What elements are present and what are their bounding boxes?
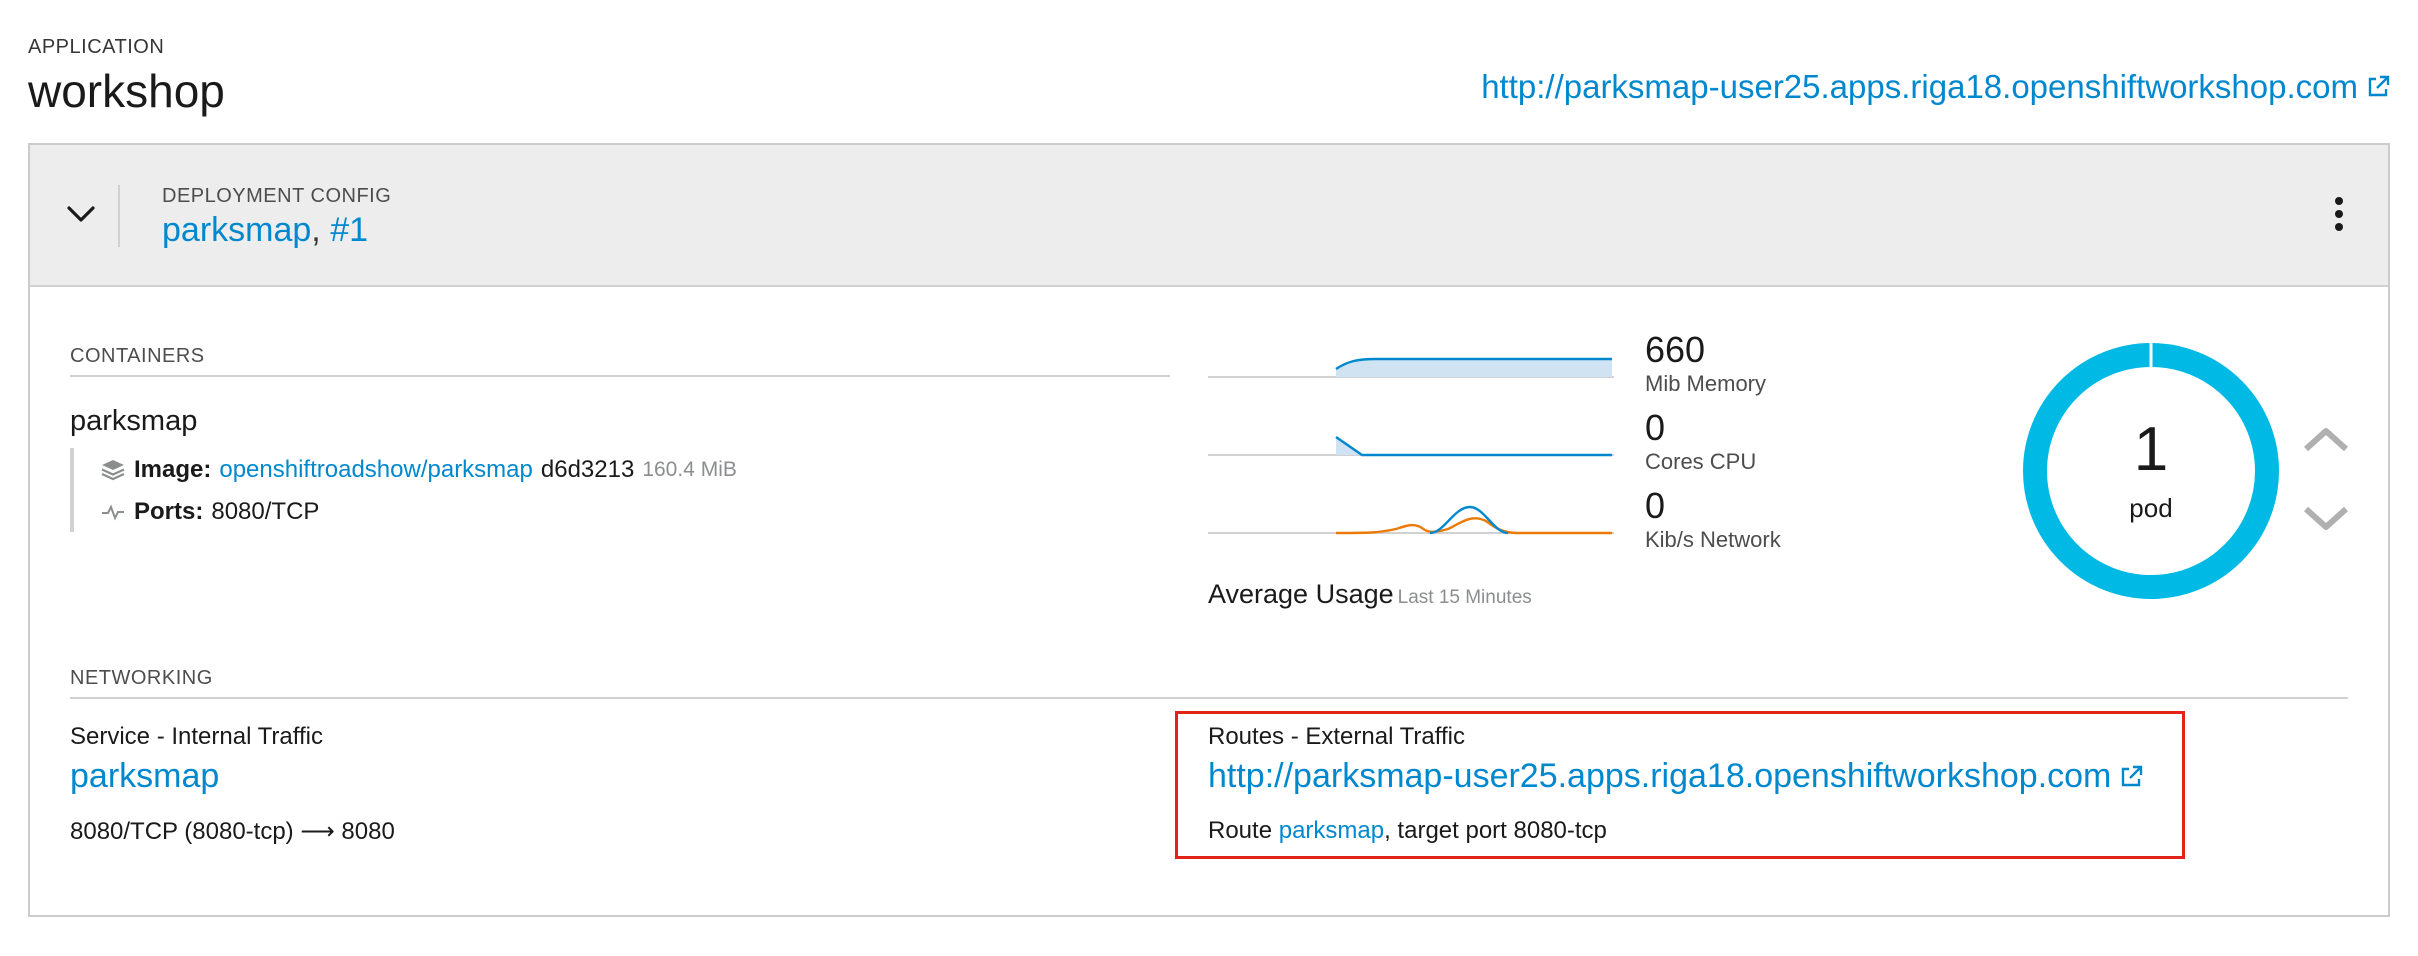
network-unit: Kib/s Network [1645, 527, 1781, 552]
application-route-url[interactable]: http://parksmap-user25.apps.riga18.opens… [1481, 68, 2358, 106]
scale-up-icon[interactable] [2302, 425, 2350, 453]
pod-label: pod [2129, 493, 2173, 523]
container-details: Image: openshiftroadshow/parksmap d6d321… [70, 448, 770, 532]
pod-count: 1 [2133, 415, 2169, 484]
memory-unit: Mib Memory [1645, 371, 1767, 396]
deployment-panel: DEPLOYMENT CONFIG parksmap, #1 CONTAINER… [28, 143, 2390, 917]
networking-section-label: NETWORKING [70, 667, 213, 689]
metrics-sparklines [1208, 357, 1614, 535]
deployment-header: DEPLOYMENT CONFIG parksmap, #1 [30, 145, 2388, 287]
ports-label: Ports: [134, 498, 204, 525]
route-name-link[interactable]: parksmap [1279, 817, 1384, 844]
deployment-config-label: DEPLOYMENT CONFIG [162, 185, 392, 207]
route-url-link[interactable]: http://parksmap-user25.apps.riga18.opens… [1208, 757, 2143, 796]
scale-down-icon[interactable] [2302, 505, 2350, 533]
application-name: workshop [28, 65, 225, 117]
containers-section-label: CONTAINERS [70, 345, 205, 367]
memory-value: 660 [1645, 329, 1706, 370]
cpu-sparkline [1208, 436, 1614, 457]
service-link[interactable]: parksmap [70, 757, 219, 796]
memory-sparkline [1208, 357, 1614, 378]
application-route-link[interactable]: http://parksmap-user25.apps.riga18.opens… [1481, 68, 2390, 106]
image-size: 160.4 MiB [642, 458, 737, 481]
memory-metric: 660 Mib Memory [1645, 329, 1766, 397]
routes-label: Routes - External Traffic [1208, 723, 1465, 750]
service-port-mapping: 8080/TCP (8080-tcp) ⟶ 8080 [70, 818, 395, 845]
ports-row: Ports: 8080/TCP [100, 498, 319, 526]
route-prefix: Route [1208, 817, 1273, 844]
deployment-revision-link[interactable]: #1 [330, 211, 368, 249]
service-label: Service - Internal Traffic [70, 723, 323, 750]
cpu-unit: Cores CPU [1645, 449, 1757, 474]
pod-donut: 1 pod [2021, 341, 2281, 601]
header-divider [118, 185, 120, 247]
image-link[interactable]: openshiftroadshow/parksmap [219, 456, 533, 484]
ports-value: 8080/TCP [211, 498, 320, 525]
containers-divider [70, 375, 1170, 377]
cpu-metric: 0 Cores CPU [1645, 407, 1756, 475]
external-link-icon [2122, 765, 2143, 786]
route-url[interactable]: http://parksmap-user25.apps.riga18.opens… [1208, 757, 2111, 796]
network-sparkline [1208, 505, 1614, 535]
average-usage: Average Usage Last 15 Minutes [1208, 579, 1532, 610]
chevron-down-icon[interactable] [64, 197, 98, 231]
average-usage-label: Average Usage [1208, 579, 1394, 609]
deployment-separator: , [311, 211, 321, 249]
image-label: Image: [134, 456, 212, 483]
kebab-menu-icon[interactable] [2333, 197, 2345, 237]
image-hash: d6d3213 [540, 456, 635, 483]
deployment-config-link[interactable]: parksmap [162, 211, 311, 249]
external-link-icon [2368, 75, 2390, 97]
container-name: parksmap [70, 405, 198, 437]
route-detail: Route parksmap, target port 8080-tcp [1208, 817, 1607, 845]
network-value: 0 [1645, 485, 1666, 526]
image-row: Image: openshiftroadshow/parksmap d6d321… [100, 456, 737, 484]
network-metric: 0 Kib/s Network [1645, 485, 1781, 553]
average-usage-period: Last 15 Minutes [1397, 587, 1532, 608]
networking-divider [70, 697, 2348, 699]
deployment-config-title: parksmap, #1 [162, 211, 368, 250]
cpu-value: 0 [1645, 407, 1666, 448]
route-suffix: , target port 8080-tcp [1384, 817, 1607, 844]
layers-icon [101, 460, 125, 481]
pulse-icon [102, 504, 124, 521]
application-label: APPLICATION [28, 36, 165, 58]
